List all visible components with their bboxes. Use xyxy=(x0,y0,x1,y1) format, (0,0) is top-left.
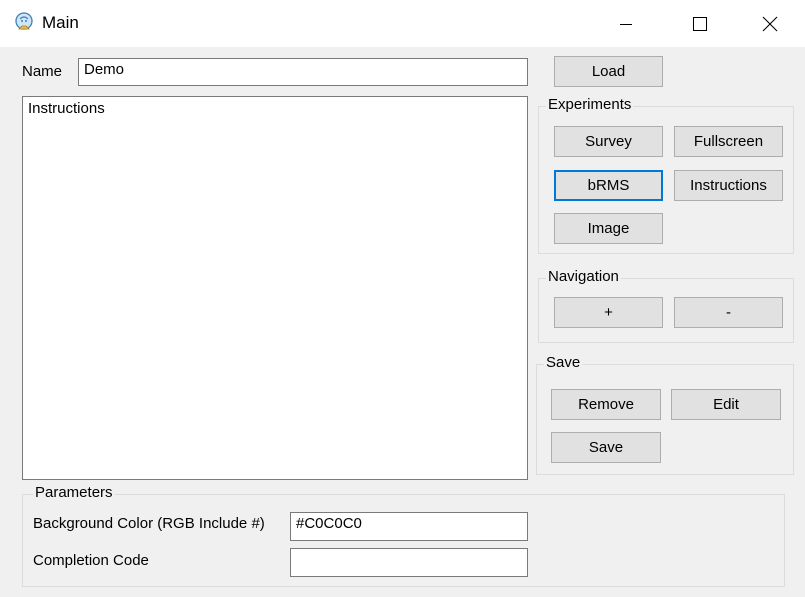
instructions-textarea[interactable]: Instructions xyxy=(22,96,528,480)
minimize-button[interactable] xyxy=(594,0,658,47)
brms-button[interactable]: bRMS xyxy=(554,170,663,201)
save-group-title: Save xyxy=(544,354,583,371)
close-icon xyxy=(762,16,778,31)
completion-code-label: Completion Code xyxy=(33,552,149,569)
background-color-label: Background Color (RGB Include #) xyxy=(33,515,265,532)
maximize-button[interactable] xyxy=(668,0,732,47)
completion-code-input[interactable] xyxy=(290,548,528,577)
minimize-icon xyxy=(620,23,632,25)
navigation-group-title: Navigation xyxy=(546,268,621,285)
edit-button[interactable]: Edit xyxy=(671,389,781,420)
experiments-group-title: Experiments xyxy=(546,96,634,113)
name-label: Name xyxy=(22,63,63,80)
navigation-minus-button[interactable]: - xyxy=(674,297,783,328)
close-button[interactable] xyxy=(738,0,802,47)
name-input[interactable]: Demo xyxy=(78,58,528,86)
maximize-icon xyxy=(693,16,707,31)
fullscreen-button[interactable]: Fullscreen xyxy=(674,126,783,157)
load-button[interactable]: Load xyxy=(554,56,663,87)
assistant-icon xyxy=(13,11,35,33)
image-button[interactable]: Image xyxy=(554,213,663,244)
save-button[interactable]: Save xyxy=(551,432,661,463)
navigation-plus-button[interactable]: + xyxy=(554,297,663,328)
parameters-group-title: Parameters xyxy=(33,484,115,501)
survey-button[interactable]: Survey xyxy=(554,126,663,157)
background-color-input[interactable]: #C0C0C0 xyxy=(290,512,528,541)
window-title: Main xyxy=(42,13,79,32)
remove-button[interactable]: Remove xyxy=(551,389,661,420)
instructions-button[interactable]: Instructions xyxy=(674,170,783,201)
title-bar: Main xyxy=(0,0,805,47)
